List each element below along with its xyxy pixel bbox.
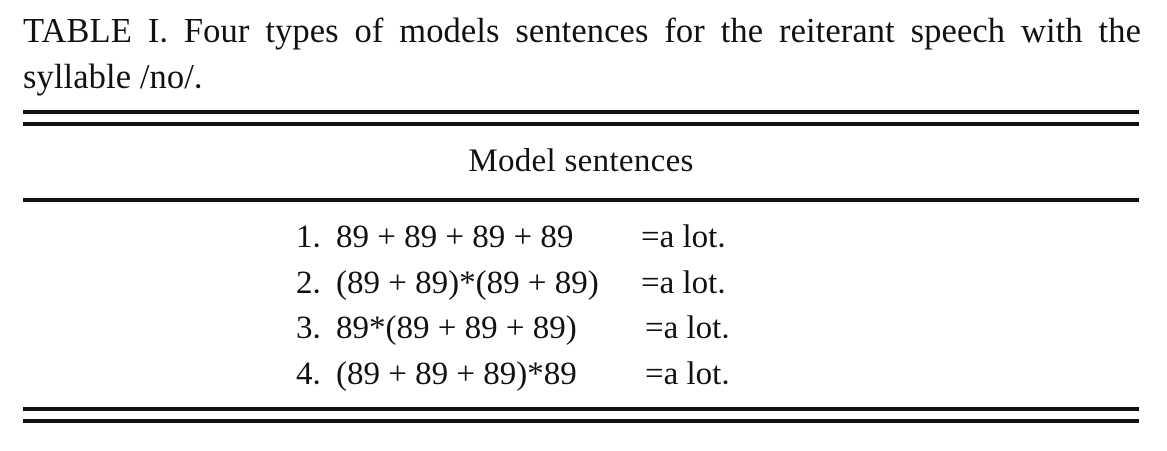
- column-header: Model sentences: [468, 143, 694, 179]
- top-rule-outer: [23, 110, 1139, 114]
- bottom-rule-outer: [23, 419, 1139, 423]
- row-expression: 89 + 89 + 89 + 89: [336, 219, 574, 255]
- row-number: 3.: [296, 310, 321, 346]
- row-result: =a lot.: [645, 355, 730, 392]
- row-expression: 89*(89 + 89 + 89): [336, 310, 577, 346]
- row-number: 2.: [296, 264, 321, 301]
- top-rule-inner: [23, 122, 1139, 126]
- row-result: =a lot.: [645, 310, 730, 346]
- row-result: =a lot.: [641, 219, 726, 255]
- bottom-rule-inner: [23, 407, 1139, 411]
- row-number: 1.: [296, 219, 321, 255]
- header-rule: [23, 198, 1139, 202]
- row-result: =a lot.: [641, 264, 726, 301]
- row-expression: (89 + 89 + 89)*89: [336, 355, 577, 392]
- table-caption: TABLE I. Four types of models sentences …: [23, 12, 1141, 96]
- row-expression: (89 + 89)*(89 + 89): [336, 264, 599, 301]
- row-number: 4.: [296, 355, 321, 392]
